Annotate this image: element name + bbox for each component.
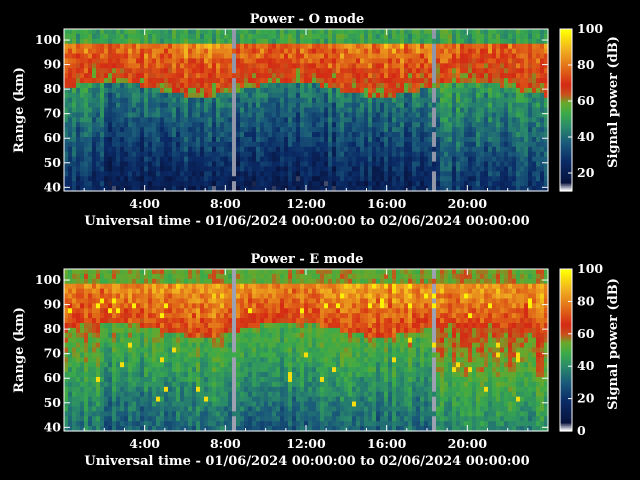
x-tick-label: 16:00 [367, 196, 407, 211]
colorbar-tick-label: 100 [577, 21, 603, 36]
y-tick-label: 50 [44, 395, 62, 410]
colorbar-label-e: Signal power (dB) [606, 278, 621, 410]
colorbar-o [560, 29, 572, 192]
colorbar-tick-label: 0 [577, 423, 586, 438]
x-axis-label-o: Universal time - 01/06/2024 00:00:00 to … [84, 214, 529, 229]
colorbar-tick-label: 20 [577, 165, 595, 180]
colorbar-tick-label: 80 [577, 293, 595, 308]
y-tick-label: 60 [44, 130, 62, 145]
x-tick-label: 4:00 [129, 436, 160, 451]
x-tick-label: 20:00 [448, 196, 488, 211]
colorbar-e [560, 269, 572, 432]
colorbar-tick-label: 40 [577, 129, 595, 144]
heatmap-e-mode [64, 269, 549, 432]
y-axis-label-o: Range (km) [12, 67, 27, 153]
y-tick-label: 90 [44, 297, 62, 312]
y-tick-label: 70 [44, 346, 62, 361]
panel-e-title: Power - E mode [250, 252, 363, 267]
y-tick-label: 50 [44, 155, 62, 170]
colorbar-tick-label: 60 [577, 326, 595, 341]
colorbar-tick-label: 60 [577, 93, 595, 108]
x-tick-label: 8:00 [210, 196, 241, 211]
x-tick-label: 16:00 [367, 436, 407, 451]
x-tick-label: 8:00 [210, 436, 241, 451]
x-tick-label: 12:00 [286, 436, 326, 451]
x-tick-label: 20:00 [448, 436, 488, 451]
y-tick-label: 80 [44, 81, 62, 96]
x-tick-label: 4:00 [129, 196, 160, 211]
x-tick-label: 12:00 [286, 196, 326, 211]
y-tick-label: 70 [44, 106, 62, 121]
colorbar-tick-label: 80 [577, 57, 595, 72]
heatmap-o-mode [64, 29, 549, 192]
y-tick-label: 40 [44, 419, 62, 434]
y-tick-label: 60 [44, 370, 62, 385]
colorbar-tick-label: 40 [577, 358, 595, 373]
y-tick-label: 40 [44, 179, 62, 194]
y-tick-label: 90 [44, 57, 62, 72]
colorbar-tick-label: 100 [577, 261, 603, 276]
y-tick-label: 100 [35, 32, 61, 47]
y-tick-label: 100 [35, 272, 61, 287]
figure: Power - O mode 40 50 60 70 80 90 100 4:00 8:00 1… [0, 0, 640, 480]
colorbar-label-o: Signal power (dB) [606, 36, 621, 168]
panel-o-title: Power - O mode [250, 12, 365, 27]
colorbar-tick-label: 20 [577, 391, 595, 406]
x-axis-label-e: Universal time - 01/06/2024 00:00:00 to … [84, 454, 529, 469]
y-tick-label: 80 [44, 321, 62, 336]
y-axis-label-e: Range (km) [12, 307, 27, 393]
